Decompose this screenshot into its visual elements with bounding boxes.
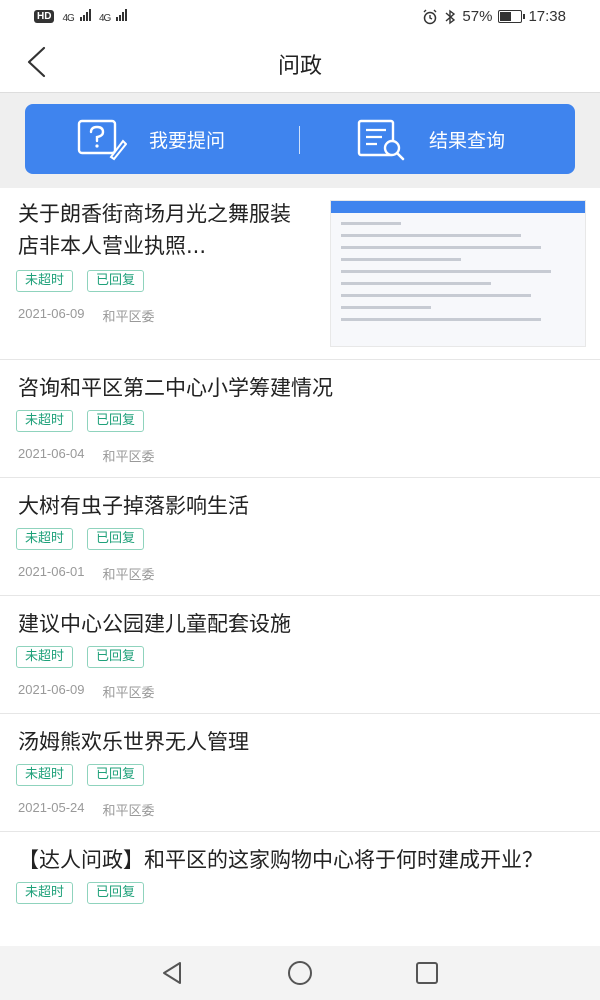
page-title: 问政	[277, 54, 322, 79]
status-badge: 未超时	[16, 528, 74, 550]
ask-question-button[interactable]: 我要提问	[75, 104, 345, 174]
item-department: 和平区委	[102, 568, 155, 583]
item-thumbnail	[330, 200, 586, 347]
signal-2: 4G	[99, 8, 128, 25]
result-query-label: 结果查询	[429, 129, 506, 152]
status-badge: 未超时	[16, 270, 74, 292]
list-item[interactable]: 关于朗香街商场月光之舞服装店非本人营业执照... 未超时 已回复 2021-06…	[0, 188, 600, 360]
system-home-button[interactable]	[285, 958, 315, 988]
list-item[interactable]: 建议中心公园建儿童配套设施 未超时 已回复 2021-06-09 和平区委	[0, 596, 600, 714]
network-indicators: HD 4G 4G	[34, 8, 128, 25]
status-badge: 未超时	[16, 764, 74, 786]
status-badge: 已回复	[87, 646, 145, 668]
item-department: 和平区委	[102, 310, 155, 325]
status-badge: 已回复	[87, 882, 145, 904]
bluetooth-icon	[445, 9, 456, 24]
battery-percent: 57%	[462, 8, 493, 25]
status-bar: HD 4G 4G 57% 17:38	[0, 0, 600, 34]
document-search-icon	[357, 119, 405, 161]
nav-bar: 问政	[0, 34, 600, 93]
signal-bars-icon	[116, 9, 128, 21]
system-back-button[interactable]	[158, 958, 188, 988]
action-banner: 我要提问 结果查询	[25, 104, 575, 174]
signal-bars-icon	[79, 9, 91, 21]
system-nav-bar	[0, 946, 600, 1000]
status-badge: 未超时	[16, 646, 74, 668]
clock: 17:38	[528, 8, 566, 25]
item-date: 2021-05-24	[18, 800, 85, 815]
item-title: 汤姆熊欢乐世界无人管理	[18, 730, 249, 754]
alarm-icon	[423, 9, 437, 24]
item-title: 建议中心公园建儿童配套设施	[18, 612, 291, 636]
system-recents-button[interactable]	[412, 958, 442, 988]
question-icon	[77, 119, 127, 161]
triangle-back-icon	[163, 962, 181, 984]
item-date: 2021-06-09	[18, 682, 85, 697]
status-badge: 已回复	[87, 270, 145, 292]
item-title: 【达人问政】和平区的这家购物中心将于何时建成开业？	[18, 848, 543, 872]
result-query-button[interactable]: 结果查询	[355, 104, 600, 174]
status-badge: 已回复	[87, 410, 145, 432]
status-right: 57% 17:38	[422, 8, 566, 25]
list-item[interactable]: 汤姆熊欢乐世界无人管理 未超时 已回复 2021-05-24 和平区委	[0, 714, 600, 832]
question-list: 关于朗香街商场月光之舞服装店非本人营业执照... 未超时 已回复 2021-06…	[0, 188, 600, 962]
list-item[interactable]: 咨询和平区第二中心小学筹建情况 未超时 已回复 2021-06-04 和平区委	[0, 360, 600, 478]
item-date: 2021-06-01	[18, 564, 85, 579]
status-badge: 已回复	[87, 528, 145, 550]
item-department: 和平区委	[102, 804, 155, 819]
status-badge: 未超时	[16, 882, 74, 904]
banner-divider	[299, 126, 300, 154]
item-title: 关于朗香街商场月光之舞服装店非本人营业执照...	[18, 202, 291, 258]
battery-icon	[498, 10, 526, 23]
list-item[interactable]: 大树有虫子掉落影响生活 未超时 已回复 2021-06-01 和平区委	[0, 478, 600, 596]
item-title: 咨询和平区第二中心小学筹建情况	[18, 376, 333, 400]
square-recents-icon	[416, 962, 438, 984]
signal-1: 4G	[62, 8, 91, 25]
list-item[interactable]: 【达人问政】和平区的这家购物中心将于何时建成开业？ 未超时 已回复	[0, 832, 600, 962]
item-date: 2021-06-04	[18, 446, 85, 461]
status-badge: 已回复	[87, 764, 145, 786]
status-badge: 未超时	[16, 410, 74, 432]
circle-home-icon	[288, 961, 312, 985]
item-date: 2021-06-09	[18, 306, 85, 321]
ask-question-label: 我要提问	[149, 129, 226, 152]
item-title: 大树有虫子掉落影响生活	[18, 494, 249, 518]
item-department: 和平区委	[102, 450, 155, 465]
item-department: 和平区委	[102, 686, 155, 701]
hd-icon: HD	[34, 10, 55, 23]
